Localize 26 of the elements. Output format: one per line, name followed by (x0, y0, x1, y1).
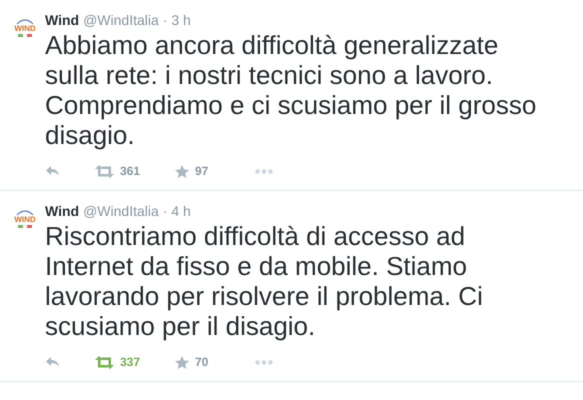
retweet-count: 361 (120, 164, 140, 178)
reply-icon[interactable] (45, 165, 61, 177)
flag-icon (16, 224, 34, 229)
retweet-count: 337 (120, 355, 140, 369)
star-icon[interactable] (175, 164, 189, 178)
timestamp[interactable]: · 4 h (162, 203, 191, 219)
flag-icon (16, 33, 34, 38)
avatar-text: WIND (14, 216, 36, 224)
tweet-text: Riscontriamo difficoltà di accesso ad Internet da fisso e da mobile. Stiamo lavorando per risolvere il problema. Ci scusiamo per il disagio. (45, 221, 484, 341)
retweet-icon[interactable] (95, 356, 114, 368)
avatar-text: WIND (14, 25, 36, 33)
reply-icon[interactable] (45, 356, 61, 368)
tweet-text: Abbiamo ancora difficoltà generalizzate sulla rete: i nostri tecnici sono a lavoro. Comprendiamo e ci scusiamo per il grosso disagio. (45, 30, 538, 150)
user-handle[interactable]: @WindItalia (83, 12, 159, 28)
user-name[interactable]: Wind (45, 203, 80, 219)
more-icon[interactable] (255, 360, 273, 364)
arc-icon (15, 209, 35, 216)
user-handle[interactable]: @WindItalia (83, 203, 159, 219)
favorite-count: 97 (195, 164, 208, 178)
retweet-icon[interactable] (95, 164, 114, 178)
more-icon[interactable] (255, 168, 273, 174)
timestamp[interactable]: · 3 h (162, 12, 191, 28)
user-name[interactable]: Wind (45, 12, 80, 28)
arc-icon (15, 18, 35, 25)
favorite-count: 70 (195, 355, 208, 369)
star-icon[interactable] (175, 356, 189, 368)
